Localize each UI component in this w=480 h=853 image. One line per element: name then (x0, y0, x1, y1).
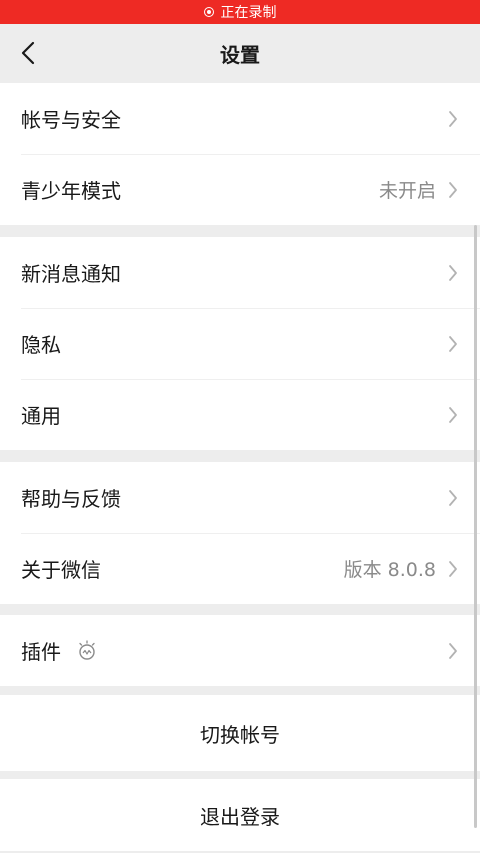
settings-item-label: 通用 (21, 404, 61, 428)
settings-item-notifications[interactable]: 新消息通知 (0, 237, 480, 308)
settings-item-plugins[interactable]: 插件 (0, 615, 480, 686)
page-title: 设置 (220, 42, 260, 67)
scrollbar[interactable] (474, 225, 477, 828)
settings-item-label: 插件 (21, 640, 61, 664)
settings-item-label: 新消息通知 (21, 262, 121, 286)
chevron-right-icon (448, 264, 458, 282)
recording-text: 正在录制 (220, 5, 277, 21)
chevron-right-icon (448, 110, 458, 128)
chevron-right-icon (448, 406, 458, 424)
chevron-left-icon (21, 41, 35, 65)
settings-group-help: 帮助与反馈 关于微信 版本 8.0.8 (0, 462, 480, 604)
back-button[interactable] (14, 38, 42, 68)
settings-item-value: 版本 8.0.8 (343, 559, 436, 581)
settings-item-teen-mode[interactable]: 青少年模式 未开启 (0, 154, 480, 225)
settings-item-about[interactable]: 关于微信 版本 8.0.8 (0, 533, 480, 604)
settings-item-label: 隐私 (21, 333, 61, 357)
chevron-right-icon (448, 181, 458, 199)
settings-item-account-security[interactable]: 帐号与安全 (0, 83, 480, 154)
settings-item-value: 未开启 (378, 180, 436, 202)
logout-button[interactable]: 退出登录 (0, 779, 480, 851)
recording-icon (203, 7, 214, 17)
settings-item-label: 帐号与安全 (21, 108, 121, 132)
settings-group-general: 新消息通知 隐私 通用 (0, 237, 480, 450)
chevron-right-icon (448, 560, 458, 578)
settings-item-help-feedback[interactable]: 帮助与反馈 (0, 462, 480, 533)
recording-status-bar: 正在录制 (0, 0, 480, 24)
settings-item-label: 青少年模式 (21, 179, 121, 203)
settings-item-privacy[interactable]: 隐私 (0, 308, 480, 379)
settings-item-label: 关于微信 (21, 558, 101, 582)
settings-item-label: 帮助与反馈 (21, 487, 121, 511)
navigation-bar: 设置 (0, 24, 480, 82)
settings-group-plugins: 插件 (0, 615, 480, 686)
settings-group-account: 帐号与安全 青少年模式 未开启 (0, 83, 480, 225)
switch-account-button[interactable]: 切换帐号 (0, 695, 480, 771)
chevron-right-icon (448, 642, 458, 660)
chevron-right-icon (448, 489, 458, 507)
bulb-icon (77, 639, 97, 662)
chevron-right-icon (448, 335, 458, 353)
settings-item-general[interactable]: 通用 (0, 379, 480, 450)
